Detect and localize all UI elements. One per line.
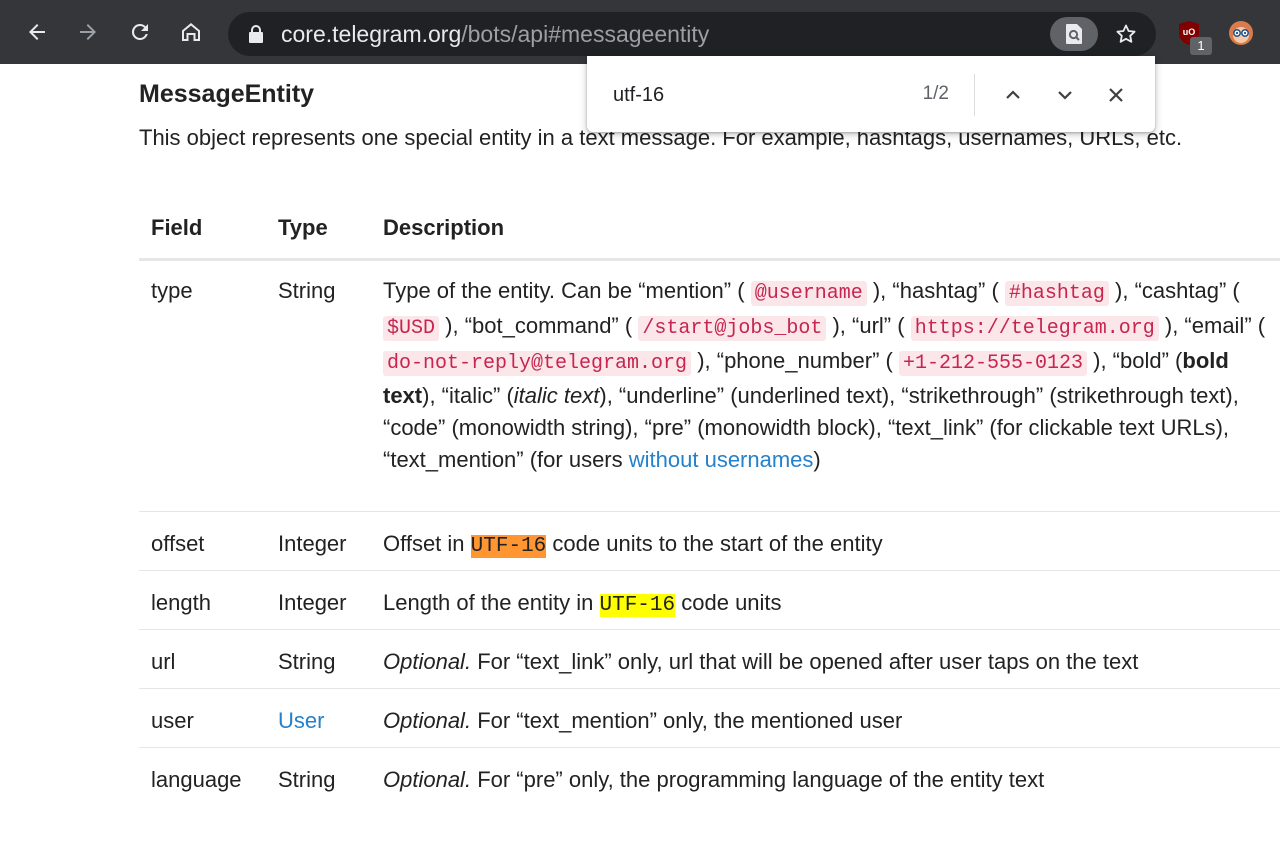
column-header-description: Description	[371, 199, 1280, 261]
desc-text: For “text_mention” only, the mentioned u…	[477, 707, 903, 733]
code-url: https://telegram.org	[910, 315, 1159, 341]
desc-text: ), “email” (	[1164, 312, 1266, 338]
desc-text: )	[813, 446, 821, 472]
field-table: Field Type Description type String Type …	[139, 199, 1280, 806]
type-cell: Integer	[266, 570, 371, 630]
desc-text: ), “italic” (	[422, 382, 514, 408]
reload-icon	[131, 23, 148, 40]
desc-text: ), “hashtag” (	[872, 277, 999, 303]
field-cell: user	[139, 688, 266, 748]
table-row-url: url String Optional. For “text_link” onl…	[139, 629, 1280, 689]
code-username: @username	[750, 280, 867, 306]
table-row-offset: offset Integer Offset in UTF-16 code uni…	[139, 511, 1280, 571]
desc-text: Length of the entity in	[383, 589, 594, 615]
optional-label: Optional.	[383, 707, 472, 733]
desc-text: code units	[681, 589, 782, 615]
description-cell: Optional. For “text_link” only, url that…	[371, 629, 1280, 689]
find-divider	[974, 74, 975, 116]
type-cell: Integer	[266, 511, 371, 571]
home-icon	[182, 23, 200, 41]
type-cell: String	[266, 629, 371, 689]
table-row-user: user User Optional. For “text_mention” o…	[139, 688, 1280, 748]
find-bar: 1/2	[587, 56, 1155, 132]
url-host: core.telegram.org	[281, 21, 462, 47]
field-cell: length	[139, 570, 266, 630]
desc-text: ), “url” (	[832, 312, 905, 338]
description-cell: Type of the entity. Can be “mention” ( @…	[371, 259, 1280, 512]
page-title: MessageEntity	[139, 80, 315, 108]
code-phone: +1-212-555-0123	[898, 350, 1087, 376]
field-cell: type	[139, 259, 266, 512]
without-usernames-link[interactable]: without usernames	[629, 447, 814, 472]
svg-text:uO: uO	[1183, 27, 1196, 37]
table-row-language: language String Optional. For “pre” only…	[139, 747, 1280, 806]
home-button[interactable]	[171, 12, 211, 52]
desc-text: For “pre” only, the programming language…	[477, 766, 1045, 792]
url-path: /bots/api#messageentity	[461, 21, 710, 47]
type-cell: String	[278, 766, 336, 792]
description-cell: Offset in UTF-16 code units to the start…	[371, 511, 1280, 571]
star-icon[interactable]	[1114, 22, 1138, 46]
code-hashtag: #hashtag	[1004, 280, 1109, 306]
code-email: do-not-reply@telegram.org	[383, 350, 692, 376]
desc-text: ), “cashtag” (	[1115, 277, 1240, 303]
description-cell: Optional. For “text_mention” only, the m…	[371, 688, 1280, 748]
url-text[interactable]: core.telegram.org/bots/api#messageentity	[281, 21, 709, 47]
address-bar[interactable]: core.telegram.org/bots/api#messageentity	[228, 12, 1156, 56]
back-button[interactable]	[17, 12, 57, 52]
desc-text: ), “bold” (	[1093, 347, 1183, 373]
desc-text: ), “bot_command” (	[445, 312, 633, 338]
column-header-type: Type	[266, 199, 371, 261]
description-cell: Optional. For “pre” only, the programmin…	[371, 747, 1280, 806]
find-match-count: 1/2	[922, 83, 949, 104]
chevron-up-icon	[1006, 90, 1020, 99]
desc-text: code units to the start of the entity	[552, 530, 883, 556]
field-cell: url	[139, 629, 266, 689]
desc-text: Offset in	[383, 530, 465, 556]
field-cell: language	[151, 766, 242, 792]
description-cell: Length of the entity in UTF-16 code unit…	[371, 570, 1280, 630]
find-match: UTF-16	[599, 593, 676, 617]
desc-text: Type of the entity. Can be “mention” (	[383, 277, 745, 303]
find-close-button[interactable]	[1104, 83, 1128, 107]
browser-toolbar: core.telegram.org/bots/api#messageentity…	[0, 0, 1280, 64]
table-header-row: Field Type Description	[139, 199, 1280, 261]
lock-icon[interactable]	[248, 25, 264, 43]
forward-button[interactable]	[68, 12, 108, 52]
profile-avatar-icon[interactable]	[1228, 20, 1254, 46]
column-header-field: Field	[139, 199, 266, 261]
reload-button[interactable]	[120, 12, 160, 52]
find-input[interactable]	[613, 82, 893, 108]
code-cashtag: $USD	[383, 315, 440, 341]
code-bot-command: /start@jobs_bot	[638, 315, 827, 341]
optional-label: Optional.	[383, 766, 472, 792]
optional-label: Optional.	[383, 648, 472, 674]
extension-badge: 1	[1190, 37, 1212, 55]
type-cell: User	[266, 688, 371, 748]
find-next-button[interactable]	[1053, 83, 1077, 107]
type-cell: String	[266, 259, 371, 512]
find-match-active: UTF-16	[470, 534, 547, 558]
arrow-right-icon	[80, 24, 96, 40]
field-cell: offset	[139, 511, 266, 571]
find-in-page-chip[interactable]	[1050, 17, 1098, 51]
table-row-type: type String Type of the entity. Can be “…	[139, 259, 1280, 512]
table-row-length: length Integer Length of the entity in U…	[139, 570, 1280, 630]
close-icon	[1109, 88, 1123, 102]
user-type-link[interactable]: User	[278, 708, 324, 733]
search-page-icon	[1066, 24, 1082, 44]
chevron-down-icon	[1058, 91, 1072, 100]
desc-text: For “text_link” only, url that will be o…	[477, 648, 1139, 674]
find-previous-button[interactable]	[1001, 83, 1025, 107]
desc-text: ), “phone_number” (	[697, 347, 893, 373]
italic-example: italic text	[513, 382, 600, 408]
arrow-left-icon	[29, 24, 45, 40]
